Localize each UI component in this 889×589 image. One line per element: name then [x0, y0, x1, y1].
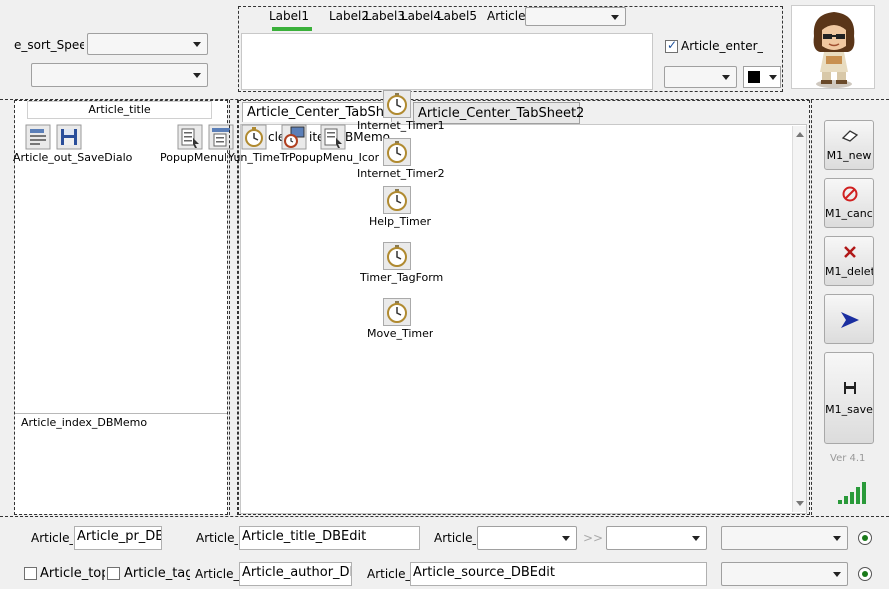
delete-button[interactable]: M1_delete — [824, 236, 874, 286]
floppy-disk-icon — [844, 382, 856, 394]
enter-checkbox-label: Article_enter_( — [681, 39, 763, 53]
internet-timer1-icon — [383, 90, 411, 118]
far-right-combo-1[interactable] — [721, 526, 848, 550]
timer-tagform-icon — [383, 242, 411, 270]
article-combo-label: Article_ — [487, 9, 527, 23]
tab-label3[interactable]: Label3 — [365, 9, 405, 23]
title-dbedit[interactable]: Article_title_DBEdit — [239, 526, 420, 550]
author-label: Article_a — [195, 567, 239, 581]
signal-strength-icon — [838, 478, 866, 506]
author-dbedit[interactable]: Article_author_DE — [239, 562, 352, 586]
source-label: Article_s — [367, 567, 411, 581]
tab-label2[interactable]: Label2 — [329, 9, 369, 23]
header-tab-content[interactable] — [241, 33, 653, 90]
right-toolbar-divider — [811, 100, 812, 515]
avatar-character-icon — [813, 12, 855, 88]
center-tab-content[interactable] — [240, 124, 807, 514]
article-title-header[interactable]: Article_title — [27, 101, 212, 119]
new-button[interactable]: M1_new — [824, 120, 874, 170]
title-label: Article_t — [196, 531, 238, 545]
center-tab1[interactable]: Article_Center_TabShe — [242, 102, 392, 122]
center-scrollbar[interactable] — [792, 126, 806, 512]
tag-checkbox[interactable] — [107, 567, 120, 580]
internet-timer1-label: Internet_Timer1 — [357, 120, 445, 132]
timer-tagform-label: Timer_TagForm — [360, 272, 444, 284]
save-dialog-label: Article_out_SaveDialog — [13, 152, 133, 164]
source-dbedit[interactable]: Article_source_DBEdit — [410, 562, 707, 586]
right-combo[interactable] — [606, 526, 707, 550]
active-tab-indicator — [272, 27, 312, 31]
tray-icon-component-icon — [281, 124, 307, 150]
tab-label5[interactable]: Label5 — [437, 9, 477, 23]
scroll-down-arrow-icon[interactable] — [796, 501, 804, 506]
tag-checkbox-label: Article_tag — [124, 567, 190, 581]
send-button[interactable] — [824, 294, 874, 344]
color-swatch — [748, 71, 760, 83]
delete-x-icon — [844, 246, 856, 258]
color-picker[interactable] — [743, 66, 781, 88]
version-label: Ver 4.1 — [830, 453, 866, 464]
far-right-combo-2[interactable] — [721, 562, 848, 586]
popup-menu-icon — [177, 124, 203, 150]
help-timer-label: Help_Timer — [369, 216, 432, 228]
popup-menu-icon-label: PopupMenu_Icon — [289, 152, 379, 164]
cancel-icon — [842, 186, 858, 202]
internet-timer2-icon — [383, 138, 411, 166]
sort-speed-label: e_sort_Spee — [14, 38, 84, 52]
avatar — [791, 5, 875, 89]
chevron-down-icon — [769, 75, 777, 80]
send-arrow-icon — [841, 312, 859, 328]
tab-label4[interactable]: Label4 — [401, 9, 441, 23]
tab-label1[interactable]: Label1 — [269, 9, 309, 23]
pr-dbedit[interactable]: Article_pr_DB — [74, 526, 162, 550]
scroll-up-arrow-icon[interactable] — [796, 132, 804, 137]
pr-label: Article_j — [31, 531, 73, 545]
yun-timer-icon — [241, 124, 267, 150]
popup-menu-label: PopupMenuM — [160, 152, 226, 164]
help-timer-icon — [383, 186, 411, 214]
arrow-label: >> — [583, 531, 604, 545]
index-memo[interactable]: Article_index_DBMemo — [15, 414, 227, 514]
yun-timer-label: Yun_TimeTray — [228, 152, 290, 164]
enter-combo[interactable] — [664, 66, 737, 88]
article-combo[interactable] — [525, 7, 626, 26]
save-button[interactable]: M1_save — [824, 352, 874, 444]
top-checkbox[interactable] — [24, 567, 37, 580]
index-memo-label: Article_index_DBMemo — [21, 417, 148, 429]
s-combo[interactable] — [477, 526, 577, 550]
floppy-save-icon — [56, 124, 82, 150]
internet-timer2-label: Internet_Timer2 — [357, 168, 445, 180]
sort-second-combo[interactable] — [31, 63, 208, 87]
cancel-button[interactable]: M1_cancel — [824, 178, 874, 228]
enter-checkbox[interactable] — [665, 38, 678, 53]
footer-top-line — [0, 516, 889, 517]
move-timer-icon — [383, 298, 411, 326]
popup-menu-icon-component-icon — [320, 124, 346, 150]
save-dialog-icon — [25, 124, 51, 150]
eraser-icon — [841, 130, 859, 142]
move-timer-label: Move_Timer — [367, 328, 434, 340]
s-label: Article_s — [434, 531, 476, 545]
radio-indicator-1-icon[interactable] — [858, 531, 872, 545]
top-checkbox-label: Article_top — [40, 567, 105, 581]
sort-speed-combo[interactable] — [87, 33, 208, 55]
radio-indicator-2-icon[interactable] — [858, 567, 872, 581]
